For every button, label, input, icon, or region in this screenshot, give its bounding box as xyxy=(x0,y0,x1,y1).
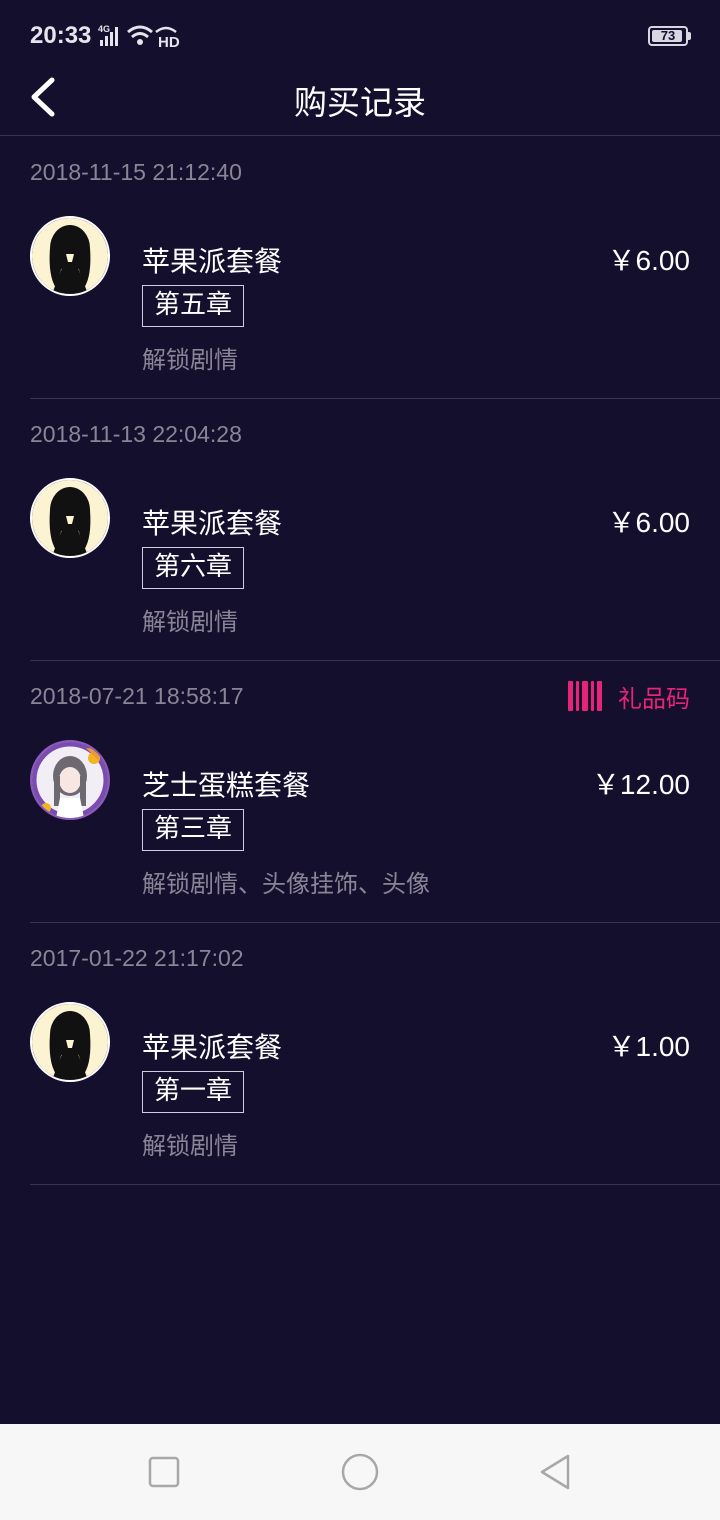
package-name: 苹果派套餐 xyxy=(142,507,283,540)
recent-apps-icon xyxy=(148,1456,180,1488)
record-date: 2018-11-15 21:12:40 xyxy=(30,159,242,185)
price: ￥6.00 xyxy=(607,245,691,276)
unlock-description: 解锁剧情 xyxy=(142,608,238,636)
silhouette-girl-avatar xyxy=(30,478,110,558)
signal-wifi-hd-icons: 4G HD xyxy=(98,24,180,50)
anime-girl-cake-frame-avatar xyxy=(30,740,110,820)
system-back-button[interactable] xyxy=(536,1452,576,1492)
battery-icon: 73 xyxy=(648,26,688,46)
chapter-tag: 第三章 xyxy=(142,809,245,851)
record-date: 2017-01-22 21:17:02 xyxy=(30,945,244,971)
page-title: 购买记录 xyxy=(294,83,426,122)
divider xyxy=(30,1184,720,1185)
purchase-record[interactable]: 2017-01-22 21:17:02 苹果派套餐 第一章 解锁剧情 ￥1.00 xyxy=(0,923,720,1185)
battery-tip xyxy=(688,32,691,40)
purchase-record[interactable]: 2018-11-15 21:12:40 苹果派套餐 第五章 解锁剧情 ￥6.00 xyxy=(0,137,720,399)
record-date: 2018-11-13 22:04:28 xyxy=(30,421,242,447)
barcode-icon xyxy=(568,681,602,711)
price: ￥1.00 xyxy=(607,1031,691,1062)
silhouette-girl-avatar xyxy=(30,216,110,296)
home-icon xyxy=(341,1453,379,1491)
gift-code-label: 礼品码 xyxy=(618,684,690,713)
purchase-record[interactable]: 2018-11-13 22:04:28 苹果派套餐 第六章 解锁剧情 ￥6.00 xyxy=(0,399,720,661)
app-header: 购买记录 xyxy=(0,72,720,136)
purchase-history-screen: 20:33 4G HD 73 购买记录 2018-11-15 21:12:40 … xyxy=(0,0,720,1520)
package-name: 苹果派套餐 xyxy=(142,1031,283,1064)
package-name: 芝士蛋糕套餐 xyxy=(142,769,311,802)
recent-apps-button[interactable] xyxy=(144,1452,184,1492)
package-name: 苹果派套餐 xyxy=(142,245,283,278)
record-date: 2018-07-21 18:58:17 xyxy=(30,683,244,709)
chapter-tag: 第一章 xyxy=(142,1071,245,1113)
silhouette-girl-avatar xyxy=(30,1002,110,1082)
hd-label: HD xyxy=(158,34,180,50)
chapter-tag: 第五章 xyxy=(142,285,245,327)
battery-level: 73 xyxy=(660,28,676,43)
price: ￥12.00 xyxy=(591,769,690,800)
back-triangle-icon xyxy=(540,1454,570,1490)
gift-code-button[interactable]: 礼品码 xyxy=(568,679,690,713)
status-time: 20:33 xyxy=(30,22,92,49)
status-bar: 20:33 4G HD 73 xyxy=(0,0,720,72)
unlock-description: 解锁剧情 xyxy=(142,1132,238,1160)
unlock-description: 解锁剧情、头像挂饰、头像 xyxy=(142,870,430,898)
unlock-description: 解锁剧情 xyxy=(142,346,238,374)
purchase-record[interactable]: 2018-07-21 18:58:17 礼品码 芝士蛋糕套餐 第三章 解锁剧情、… xyxy=(0,661,720,923)
chapter-tag: 第六章 xyxy=(142,547,245,589)
system-nav-bar xyxy=(0,1424,720,1520)
home-button[interactable] xyxy=(340,1452,380,1492)
network-type-label: 4G xyxy=(98,24,110,34)
price: ￥6.00 xyxy=(607,507,691,538)
